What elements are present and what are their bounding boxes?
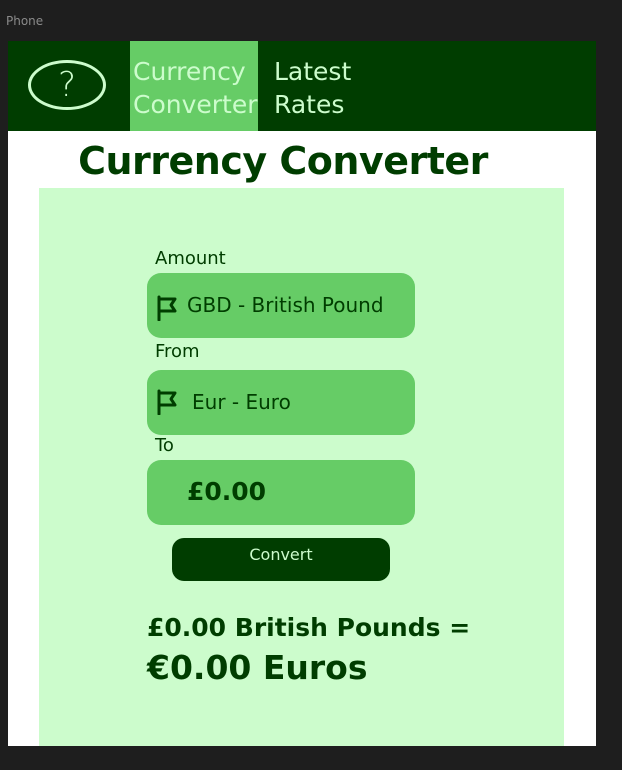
tab-currency-converter[interactable]: Currency Converter bbox=[130, 41, 258, 131]
result-converted-amount: €0.00 Euros bbox=[147, 648, 368, 687]
help-button[interactable]: ? bbox=[28, 60, 106, 110]
amount-value: GBD - British Pound bbox=[187, 293, 384, 317]
phone-frame: ? Currency Converter Latest Rates Curren… bbox=[8, 41, 596, 746]
result-source-amount: £0.00 British Pounds = bbox=[147, 613, 471, 642]
amount-label: Amount bbox=[155, 248, 226, 269]
to-field[interactable]: £0.00 bbox=[147, 460, 415, 525]
flag-icon bbox=[157, 295, 177, 321]
convert-button[interactable]: Convert bbox=[172, 538, 390, 581]
flag-icon bbox=[157, 389, 177, 415]
from-field[interactable]: Eur - Euro bbox=[147, 370, 415, 435]
to-label: To bbox=[155, 435, 174, 456]
page-title: Currency Converter bbox=[78, 139, 488, 183]
from-value: Eur - Euro bbox=[192, 390, 291, 414]
navbar: ? Currency Converter Latest Rates bbox=[8, 41, 596, 131]
from-label: From bbox=[155, 341, 200, 362]
converter-panel: Amount GBD - British Pound From Eur - Eu… bbox=[39, 188, 564, 746]
frame-label: Phone bbox=[6, 14, 44, 28]
question-mark-icon: ? bbox=[57, 65, 77, 105]
amount-field[interactable]: GBD - British Pound bbox=[147, 273, 415, 338]
tab-latest-rates[interactable]: Latest Rates bbox=[271, 41, 381, 131]
to-value: £0.00 bbox=[187, 477, 267, 506]
